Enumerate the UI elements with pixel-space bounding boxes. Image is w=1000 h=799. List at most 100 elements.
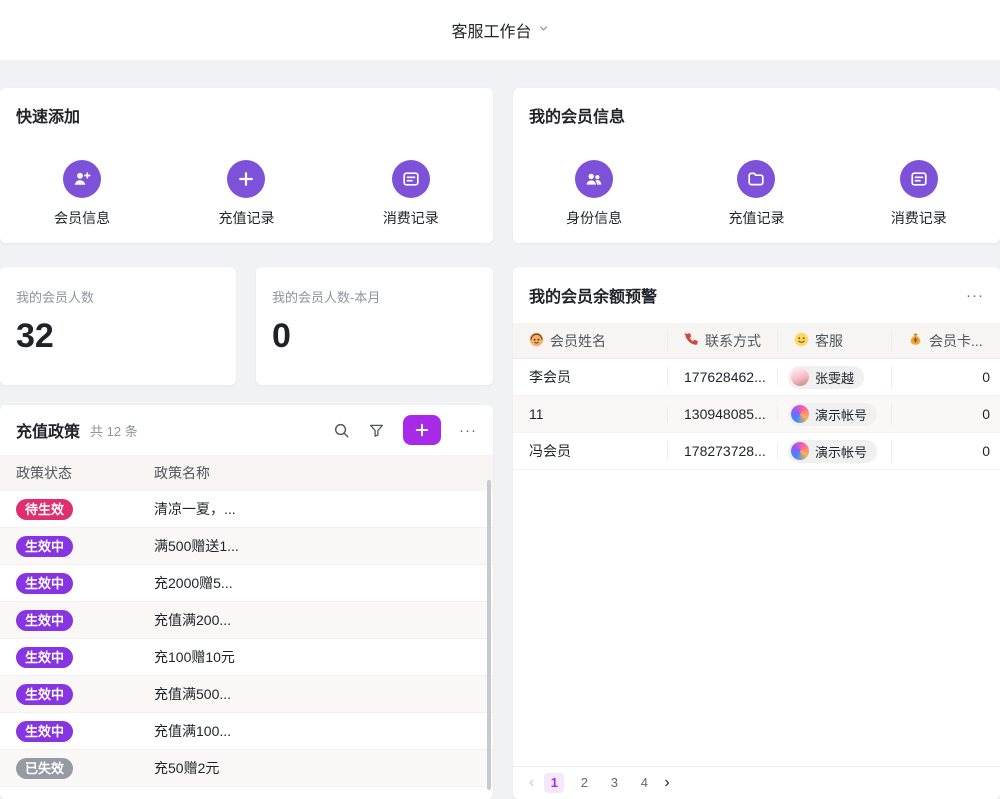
page-button-1[interactable]: 1 [544, 773, 564, 793]
card-balance: 0 [982, 406, 990, 422]
workspace-switcher[interactable]: 客服工作台 [451, 18, 548, 42]
member-add-icon [63, 160, 101, 198]
column-header-status: 政策状态 [0, 463, 154, 483]
recharge-policy-header: 充值政策 共 12 条 ··· [0, 405, 493, 455]
recharge-policy-card: 充值政策 共 12 条 ··· 政策状态 政策名称 待生效 [0, 405, 493, 799]
member-row[interactable]: 李会员 177628462... 张雯越 0 [513, 359, 1000, 396]
pagination: ‹ 1 2 3 4 › [529, 773, 670, 793]
column-header-service: 客服 [815, 331, 843, 351]
status-badge: 生效中 [16, 573, 73, 594]
policy-row[interactable]: 生效中 充100赠10元 [0, 639, 493, 676]
policy-row[interactable]: 待生效 清凉一夏，... [0, 491, 493, 528]
policy-name: 充值满100... [154, 721, 493, 741]
member-name: 冯会员 [529, 441, 571, 461]
quick-add-consume-record[interactable]: 消费记录 [329, 160, 493, 228]
policy-table-header: 政策状态 政策名称 [0, 455, 493, 491]
member-row[interactable]: 11 130948085... 演示帐号 0 [513, 396, 1000, 433]
balance-warning-card: 我的会员余额预警 ··· 会员姓名 联系方式 客服 会员卡... 李会 [513, 267, 1000, 799]
member-contact: 130948085... [684, 406, 766, 422]
filter-icon[interactable] [368, 422, 385, 439]
status-badge: 生效中 [16, 647, 73, 668]
phone-icon [684, 332, 699, 350]
quick-item-label: 消费记录 [891, 208, 947, 228]
policy-name: 充2000赠5... [154, 573, 493, 593]
stat-title: 我的会员人数-本月 [272, 287, 477, 306]
policy-row[interactable]: 生效中 充值满200... [0, 602, 493, 639]
member-name: 11 [529, 406, 544, 422]
money-bag-icon [908, 332, 923, 350]
table-toolbar: ··· [333, 415, 477, 445]
status-badge: 待生效 [16, 499, 73, 520]
member-name: 李会员 [529, 367, 571, 387]
page-button-2[interactable]: 2 [574, 773, 594, 793]
page-button-4[interactable]: 4 [634, 773, 654, 793]
identity-info-item[interactable]: 身份信息 [513, 160, 675, 228]
policy-row[interactable]: 生效中 满500赠送1... [0, 528, 493, 565]
balance-warning-header: 我的会员余额预警 ··· [513, 267, 1000, 323]
pagination-divider [513, 766, 1000, 767]
status-badge: 生效中 [16, 721, 73, 742]
member-contact: 177628462... [684, 369, 766, 385]
add-record-button[interactable] [403, 415, 441, 445]
policy-name: 充值满200... [154, 610, 493, 630]
quick-item-label: 消费记录 [383, 208, 439, 228]
receipt-icon [392, 160, 430, 198]
policy-name: 充50赠2元 [154, 758, 493, 778]
quick-add-recharge-record[interactable]: 充值记录 [164, 160, 328, 228]
stat-value: 32 [16, 316, 220, 356]
column-header-contact: 联系方式 [705, 331, 761, 351]
plus-icon [227, 160, 265, 198]
card-balance: 0 [982, 369, 990, 385]
page-title: 客服工作台 [451, 18, 531, 42]
service-agent-chip: 演示帐号 [788, 403, 877, 426]
policy-row[interactable]: 生效中 充值满100... [0, 713, 493, 750]
search-icon[interactable] [333, 422, 350, 439]
recharge-record-item[interactable]: 充值记录 [675, 160, 837, 228]
service-agent-name: 演示帐号 [815, 442, 867, 461]
plus-icon [414, 422, 430, 438]
member-face-icon [529, 332, 544, 350]
next-page-icon[interactable]: › [664, 774, 669, 792]
smiley-icon [794, 332, 809, 350]
more-icon[interactable]: ··· [966, 288, 984, 303]
service-agent-chip: 演示帐号 [788, 440, 877, 463]
consume-record-item[interactable]: 消费记录 [838, 160, 1000, 228]
quick-item-label: 充值记录 [728, 208, 784, 228]
vertical-scrollbar[interactable] [487, 480, 491, 790]
avatar [791, 405, 809, 423]
policy-name: 清凉一夏，... [154, 499, 493, 519]
stat-value: 0 [272, 316, 477, 356]
quick-item-label: 会员信息 [54, 208, 110, 228]
policy-table-body: 待生效 清凉一夏，... 生效中 满500赠送1... 生效中 充2000赠5.… [0, 491, 493, 787]
avatar [791, 368, 809, 386]
service-agent-chip: 张雯越 [788, 366, 864, 389]
card-balance: 0 [982, 443, 990, 459]
stat-title: 我的会员人数 [16, 287, 220, 306]
my-member-info-card: 我的会员信息 身份信息 充值记录 消费记录 [513, 88, 1000, 243]
quick-add-grid: 会员信息 充值记录 消费记录 [0, 160, 493, 228]
recharge-policy-title: 充值政策 [16, 418, 80, 442]
warning-table-header: 会员姓名 联系方式 客服 会员卡... [513, 323, 1000, 359]
service-agent-name: 张雯越 [815, 368, 854, 387]
quick-item-label: 充值记录 [218, 208, 274, 228]
quick-add-card: 快速添加 会员信息 充值记录 消费记录 [0, 88, 493, 243]
page-button-3[interactable]: 3 [604, 773, 624, 793]
previous-page-icon[interactable]: ‹ [529, 774, 534, 792]
status-badge: 生效中 [16, 610, 73, 631]
folder-icon [737, 160, 775, 198]
policy-name: 充100赠10元 [154, 647, 493, 667]
policy-row[interactable]: 生效中 充值满500... [0, 676, 493, 713]
more-icon[interactable]: ··· [459, 423, 477, 438]
member-row[interactable]: 冯会员 178273728... 演示帐号 0 [513, 433, 1000, 470]
status-badge: 生效中 [16, 536, 73, 557]
quick-add-member-info[interactable]: 会员信息 [0, 160, 164, 228]
my-member-info-title: 我的会员信息 [529, 109, 625, 126]
policy-name: 充值满500... [154, 684, 493, 704]
balance-warning-title: 我的会员余额预警 [529, 283, 657, 307]
quick-add-title: 快速添加 [16, 109, 80, 126]
customer-service-workbench: 客服工作台 快速添加 会员信息 充值记录 [0, 0, 1000, 799]
policy-row[interactable]: 已失效 充50赠2元 [0, 750, 493, 787]
policy-row[interactable]: 生效中 充2000赠5... [0, 565, 493, 602]
column-header-name: 政策名称 [154, 463, 493, 483]
people-icon [575, 160, 613, 198]
